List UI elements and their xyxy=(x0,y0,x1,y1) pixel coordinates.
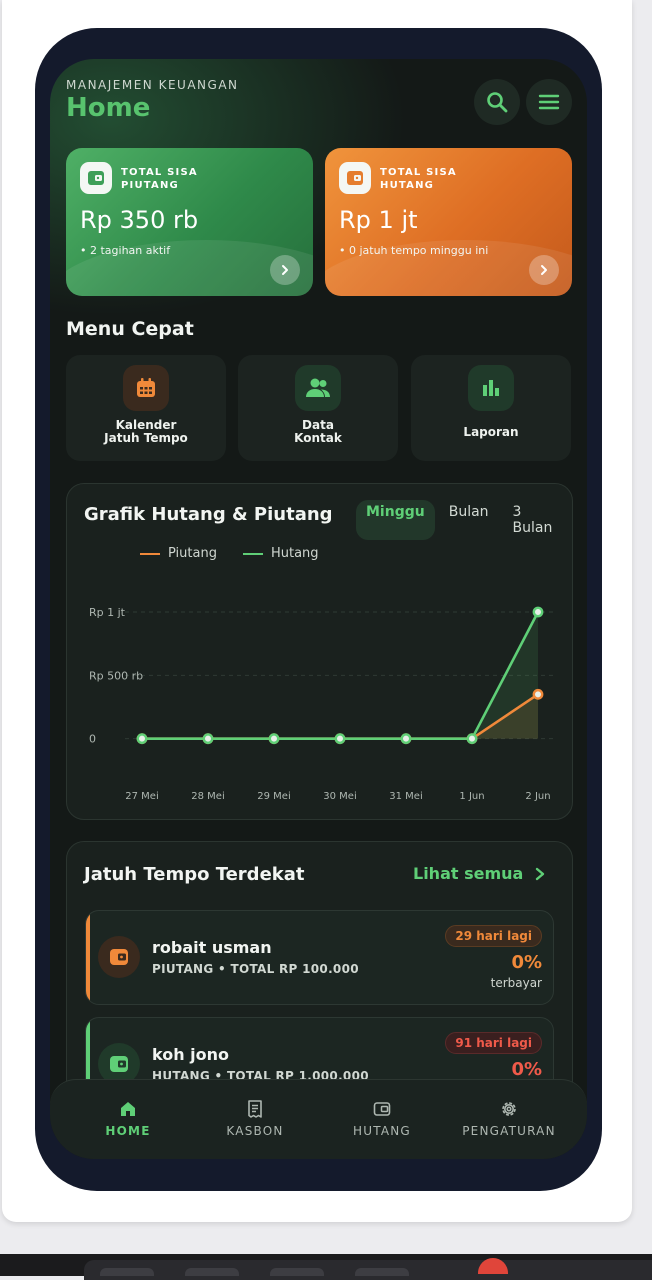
quick-menu-calendar[interactable]: Kalender Jatuh Tempo xyxy=(66,355,226,461)
nav-label: KASBON xyxy=(226,1124,284,1138)
see-all-label: Lihat semua xyxy=(413,864,524,883)
y-tick-label: Rp 500 rb xyxy=(89,669,143,682)
quick-menu-label: Kalender Jatuh Tempo xyxy=(104,418,188,445)
nav-label: PENGATURAN xyxy=(462,1124,556,1138)
nav-label: HUTANG xyxy=(353,1124,411,1138)
hutang-label: TOTAL SISA HUTANG xyxy=(380,167,457,191)
data-point xyxy=(400,733,412,745)
quick-menu-report[interactable]: Laporan xyxy=(411,355,571,461)
hutang-summary-card[interactable]: TOTAL SISA HUTANG Rp 1 jt • 0 jatuh temp… xyxy=(325,148,572,296)
piutang-amount: Rp 350 rb xyxy=(80,206,199,234)
bottom-nav: HOME KASBON HUTANG PENGATURAN xyxy=(50,1079,587,1159)
menu-button[interactable] xyxy=(526,79,572,125)
quick-menu-title: Menu Cepat xyxy=(66,318,194,340)
nav-pengaturan[interactable]: PENGATURAN xyxy=(442,1098,576,1138)
due-item-name: robait usman xyxy=(152,938,272,957)
nav-home[interactable]: HOME xyxy=(61,1098,195,1138)
days-badge: 91 hari lagi xyxy=(445,1032,542,1054)
due-item-name: koh jono xyxy=(152,1045,230,1064)
piutang-subtext: • 2 tagihan aktif xyxy=(80,244,171,257)
paid-percent: 0% xyxy=(511,1059,542,1080)
paid-percent: 0% xyxy=(511,952,542,973)
page-title: Home xyxy=(66,93,151,123)
x-tick-label: 1 Jun xyxy=(459,791,484,802)
os-taskbar xyxy=(0,1254,652,1280)
days-badge: 29 hari lagi xyxy=(445,925,542,947)
menu-icon xyxy=(538,94,560,110)
data-point xyxy=(268,733,280,745)
calendar-icon xyxy=(123,365,169,411)
x-tick-label: 31 Mei xyxy=(389,791,422,802)
app-screen: MANAJEMEN KEUANGAN Home TOTAL SISA PIUTA… xyxy=(50,59,587,1159)
chevron-right-icon[interactable] xyxy=(529,255,559,285)
see-all-link[interactable]: Lihat semua xyxy=(413,864,545,883)
quick-menu-label: Laporan xyxy=(463,425,519,439)
quick-menu-label: Data Kontak xyxy=(294,418,342,445)
chevron-right-icon xyxy=(536,867,545,880)
hutang-subtext: • 0 jatuh tempo minggu ini xyxy=(339,244,489,257)
data-point xyxy=(466,733,478,745)
wallet-icon xyxy=(80,162,112,194)
data-point xyxy=(202,733,214,745)
search-button[interactable] xyxy=(474,79,520,125)
x-tick-label: 28 Mei xyxy=(191,791,224,802)
wallet-icon xyxy=(339,162,371,194)
due-title: Jatuh Tempo Terdekat xyxy=(84,864,305,885)
contacts-icon xyxy=(295,365,341,411)
search-icon xyxy=(487,92,508,113)
quick-menu-contacts[interactable]: Data Kontak xyxy=(238,355,398,461)
piutang-label: TOTAL SISA PIUTANG xyxy=(121,167,198,191)
y-tick-label: 0 xyxy=(89,733,96,746)
piutang-summary-card[interactable]: TOTAL SISA PIUTANG Rp 350 rb • 2 tagihan… xyxy=(66,148,313,296)
due-item[interactable]: robait usman PIUTANG • TOTAL RP 100.000 … xyxy=(85,910,554,1005)
due-item-desc: PIUTANG • TOTAL RP 100.000 xyxy=(152,962,359,976)
data-point xyxy=(532,606,544,618)
x-tick-label: 2 Jun xyxy=(525,791,550,802)
x-tick-label: 27 Mei xyxy=(125,791,158,802)
app-eyebrow: MANAJEMEN KEUANGAN xyxy=(66,78,239,92)
y-tick-label: Rp 1 jt xyxy=(89,606,126,619)
wallet-icon xyxy=(315,1098,449,1120)
receipt-icon xyxy=(188,1098,322,1120)
x-tick-label: 29 Mei xyxy=(257,791,290,802)
nav-label: HOME xyxy=(105,1124,151,1138)
home-icon xyxy=(61,1098,195,1120)
chevron-right-icon[interactable] xyxy=(270,255,300,285)
line-chart: 0 Rp 500 rb Rp 1 jt 27 Mei 28 Mei 29 Mei 30 Me… xyxy=(89,606,557,802)
bar-chart-icon xyxy=(468,365,514,411)
wallet-icon xyxy=(98,936,140,978)
hutang-amount: Rp 1 jt xyxy=(339,206,418,234)
data-point xyxy=(334,733,346,745)
nav-hutang[interactable]: HUTANG xyxy=(315,1098,449,1138)
paid-label: terbayar xyxy=(490,976,542,990)
nav-kasbon[interactable]: KASBON xyxy=(188,1098,322,1138)
gear-icon xyxy=(442,1098,576,1120)
data-point xyxy=(136,733,148,745)
chart-card: Grafik Hutang & Piutang Minggu Bulan 3 B… xyxy=(66,483,573,820)
x-tick-label: 30 Mei xyxy=(323,791,356,802)
data-point xyxy=(532,688,544,700)
